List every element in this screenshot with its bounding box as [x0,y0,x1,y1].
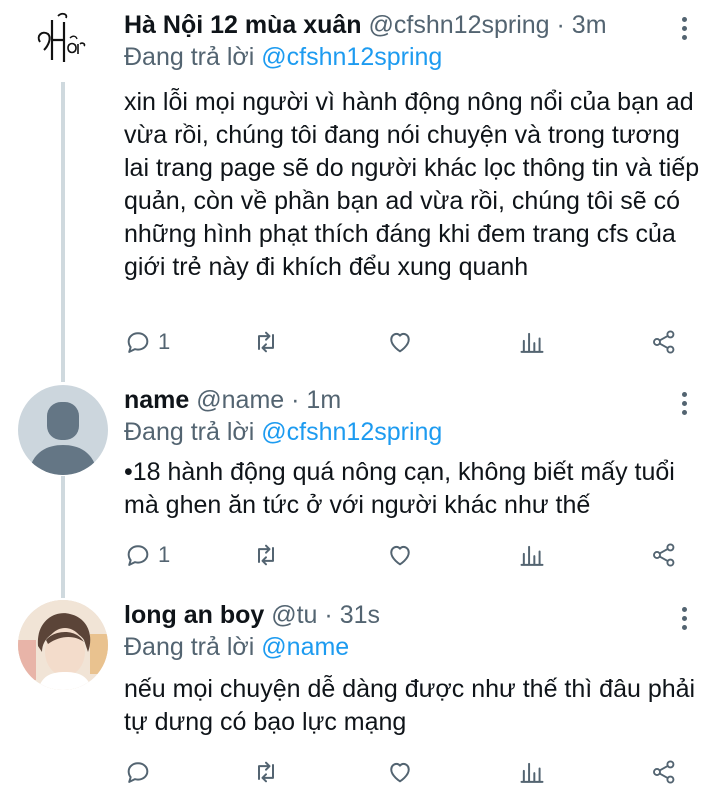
action-bar: 1 [124,535,684,575]
share-button[interactable] [650,322,678,362]
more-icon[interactable] [672,14,696,44]
tweet-text: xin lỗi mọi người vì hành động nông nổi … [124,88,700,281]
analytics-button[interactable] [518,322,546,362]
display-name[interactable]: name [124,386,189,414]
retweet-button[interactable] [252,535,280,575]
reply-button[interactable]: 1 [124,535,170,575]
analytics-icon [520,762,544,783]
more-icon[interactable] [672,389,696,419]
timestamp[interactable]: 3m [572,11,607,39]
tweet-header: long an boy @tu · 31s [124,600,380,630]
more-icon[interactable] [672,604,696,634]
reply-icon [127,762,149,783]
share-icon [653,330,675,354]
share-button[interactable] [650,535,678,575]
display-name[interactable]: Hà Nội 12 mùa xuân [124,11,362,39]
separator: · [291,386,300,414]
mention-link[interactable]: @name [261,633,349,661]
tweet[interactable]: long an boy @tu · 31s Đang trả lời @name… [0,600,720,790]
share-icon [653,543,675,567]
share-icon [653,760,675,784]
display-name[interactable]: long an boy [124,601,264,629]
avatar[interactable] [18,0,108,82]
replying-to: Đang trả lời @cfshn12spring [124,42,442,72]
like-icon [390,545,410,566]
retweet-icon [258,331,274,353]
reply-count: 1 [158,542,171,567]
retweet-icon [258,544,274,566]
like-button[interactable] [386,535,414,575]
tweet-header: Hà Nội 12 mùa xuân @cfshn12spring · 3m [124,10,607,40]
timestamp[interactable]: 31s [340,601,380,629]
separator: · [324,601,333,629]
analytics-icon [520,545,544,566]
reply-button[interactable] [124,752,158,792]
analytics-button[interactable] [518,752,546,792]
timestamp[interactable]: 1m [306,386,341,414]
retweet-button[interactable] [252,752,280,792]
retweet-button[interactable] [252,322,280,362]
avatar[interactable] [18,600,108,690]
replying-to: Đang trả lời @cfshn12spring [124,417,442,447]
reply-button[interactable]: 1 [124,322,170,362]
calligraphy-logo-icon [37,12,86,62]
handle[interactable]: @cfshn12spring [369,11,550,39]
default-avatar-icon [28,402,98,475]
replying-to: Đang trả lời @name [124,632,349,662]
like-icon [390,332,410,353]
mention-link[interactable]: @cfshn12spring [261,418,442,446]
separator: · [556,11,565,39]
share-button[interactable] [650,752,678,792]
handle[interactable]: @tu [271,601,317,629]
tweet-header: name @name · 1m [124,385,341,415]
replying-to-label: Đang trả lời [124,43,255,71]
tweet-text: nếu mọi chuyện dễ dàng được như thế thì … [124,675,696,736]
replying-to-label: Đang trả lời [124,418,255,446]
tweet[interactable]: name @name · 1m Đang trả lời @cfshn12spr… [0,385,720,600]
like-icon [390,762,410,783]
retweet-icon [258,761,274,783]
action-bar [124,752,684,792]
tweet-text: •18 hành động quá nông cạn, không biết m… [124,458,675,519]
tweet[interactable]: Hà Nội 12 mùa xuân @cfshn12spring · 3m Đ… [0,0,720,380]
analytics-button[interactable] [518,535,546,575]
like-button[interactable] [386,752,414,792]
analytics-icon [520,332,544,353]
photo-avatar-icon [18,600,108,690]
action-bar: 1 [124,322,684,362]
reply-icon [127,332,149,353]
replying-to-label: Đang trả lời [124,633,255,661]
reply-count: 1 [158,329,171,354]
mention-link[interactable]: @cfshn12spring [261,43,442,71]
like-button[interactable] [386,322,414,362]
reply-icon [127,545,149,566]
avatar[interactable] [18,385,108,475]
handle[interactable]: @name [196,386,284,414]
